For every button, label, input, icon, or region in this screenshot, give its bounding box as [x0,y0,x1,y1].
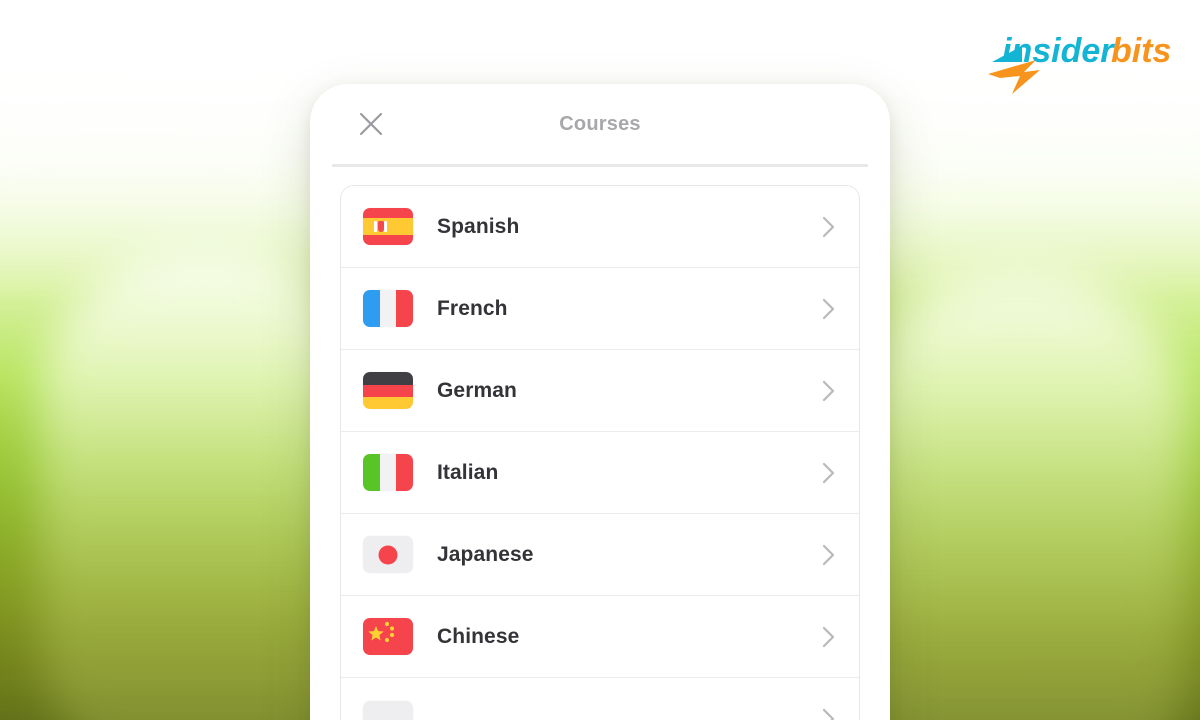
close-button[interactable] [352,105,390,143]
logo-text-insider: insider [1002,32,1115,70]
insiderbits-logo: insider bits [978,16,1178,96]
phone-card: Courses Spanish French German Italian Ja… [310,84,890,720]
list-item[interactable] [341,678,859,720]
list-item[interactable]: French [341,268,859,350]
background-blob-right-inner [850,270,1190,720]
list-item-label: Chinese [437,624,520,648]
logo-svg: insider bits [988,32,1171,94]
list-item-label: Italian [437,460,499,484]
chevron-right-icon[interactable] [822,626,835,648]
courses-list: Spanish French German Italian Japanese C… [340,185,860,720]
chevron-right-icon[interactable] [822,544,835,566]
list-item[interactable]: Italian [341,432,859,514]
list-item[interactable]: Chinese [341,596,859,678]
list-item[interactable]: Japanese [341,514,859,596]
flag-france-icon [363,290,413,327]
chevron-right-icon[interactable] [822,462,835,484]
list-item[interactable]: Spanish [341,186,859,268]
screenshot-stage: insider bits Courses Spanish French Germ… [0,0,1200,720]
china-stars-icon [368,621,395,643]
list-item[interactable]: German [341,350,859,432]
chevron-right-icon[interactable] [822,216,835,238]
logo-text-bits: bits [1111,32,1171,70]
chevron-right-icon[interactable] [822,298,835,320]
list-item-label: Japanese [437,542,534,566]
flag-italy-icon [363,454,413,491]
list-item-label: Spanish [437,214,520,238]
header-divider [332,164,868,167]
chevron-right-icon[interactable] [822,380,835,402]
app-header: Courses [310,84,890,164]
page-title: Courses [559,112,641,135]
flag-china-icon [363,618,413,655]
flag-japan-icon [363,536,413,573]
flag-spain-icon [363,208,413,245]
chevron-right-icon[interactable] [822,708,835,720]
list-item-label: German [437,378,517,402]
close-icon [359,112,383,136]
list-item-label: French [437,296,508,320]
flag-germany-icon [363,372,413,409]
flag-partial-icon [363,700,413,720]
